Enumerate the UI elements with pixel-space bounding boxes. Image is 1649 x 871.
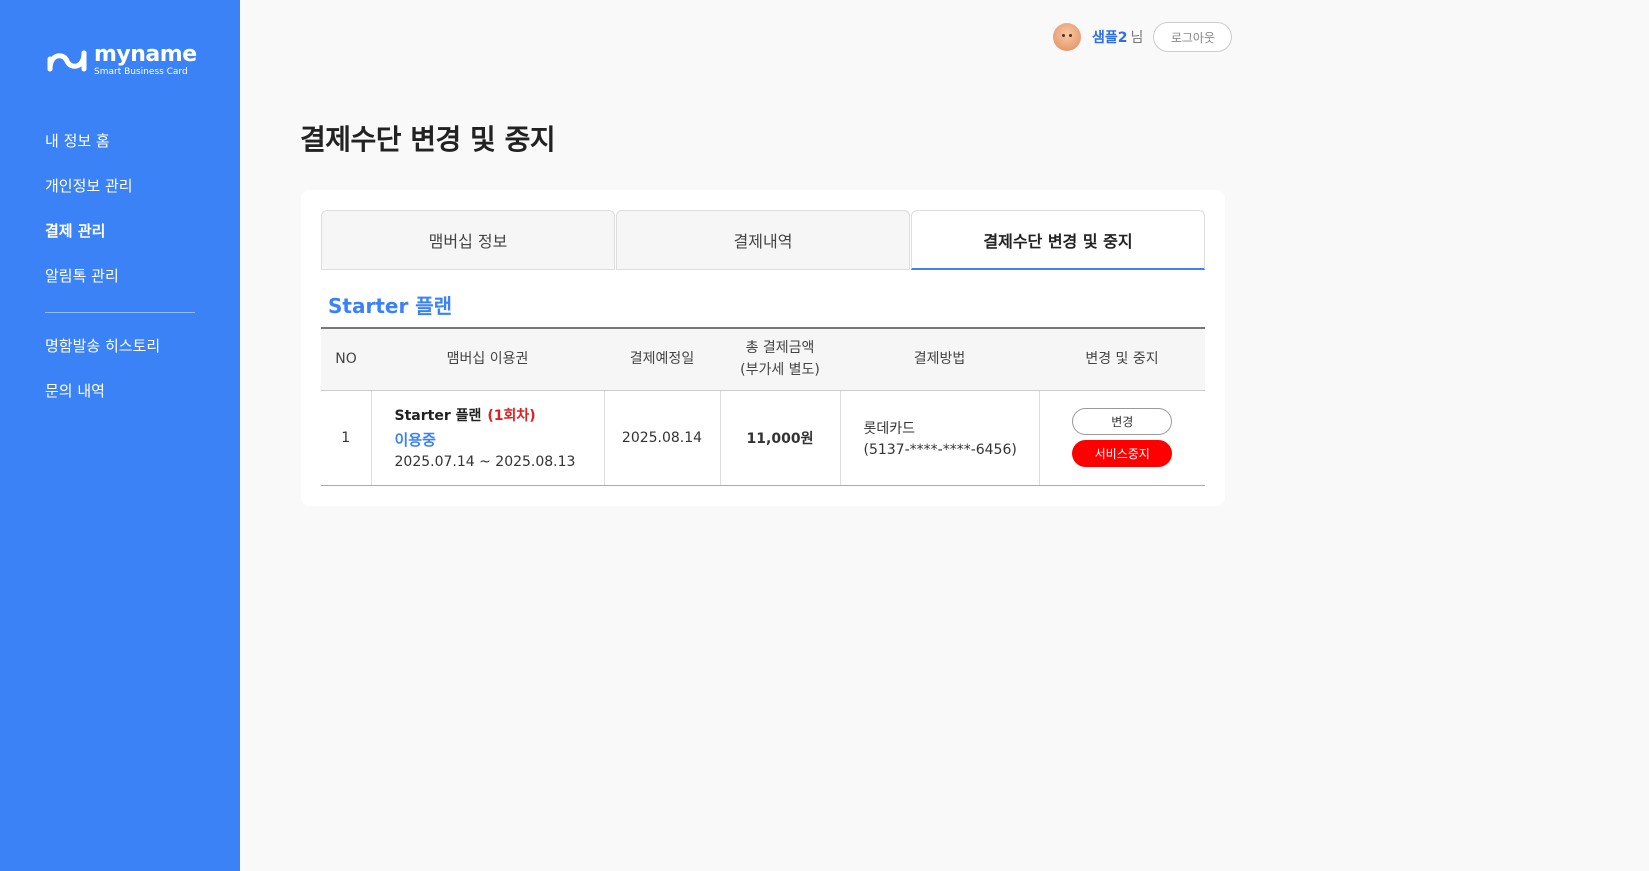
header-total-line2: (부가세 별도) [740, 362, 820, 379]
tab-payment-method[interactable]: 결제수단 변경 및 중지 [911, 210, 1205, 270]
sidebar-item-notification[interactable]: 알림톡 관리 [45, 265, 195, 310]
header-total: 총 결제금액 (부가세 별도) [720, 328, 840, 391]
row-method-number: (5137-****-****-6456) [863, 441, 1017, 458]
sidebar-item-card-history[interactable]: 명함발송 히스토리 [45, 335, 195, 380]
row-amount: 11,000원 [719, 390, 840, 486]
row-method-name: 롯데카드 [863, 420, 916, 437]
page-title: 결제수단 변경 및 중지 [300, 123, 556, 156]
avatar [1053, 23, 1081, 51]
header-membership: 맴버십 이용권 [371, 328, 604, 391]
plan-title: Starter 플랜 [328, 294, 453, 318]
sidebar-divider [45, 312, 195, 313]
table-row: 1 Starter 플랜 (1회차) 이용중 2025.07.14 ~ 2025.… [321, 390, 1205, 486]
logo-mark-icon [47, 50, 87, 71]
row-membership: Starter 플랜 (1회차) 이용중 2025.07.14 ~ 2025.08… [370, 390, 604, 486]
sidebar-item-payment[interactable]: 결제 관리 [45, 220, 195, 265]
row-no: 1 [321, 390, 371, 486]
change-button[interactable]: 변경 [1072, 408, 1173, 435]
brand-name: myname [94, 42, 197, 67]
row-method: 롯데카드 (5137-****-****-6456) [839, 390, 1039, 486]
stop-service-button[interactable]: 서비스중지 [1072, 440, 1173, 467]
tab-membership-info[interactable]: 맴버십 정보 [321, 210, 615, 270]
content-card: 맴버십 정보 결제내역 결제수단 변경 및 중지 Starter 플랜 NO 맴… [301, 190, 1225, 506]
sidebar-item-personal-info[interactable]: 개인정보 관리 [45, 175, 195, 220]
username: 샘플2 [1092, 30, 1128, 46]
header-no: NO [321, 328, 371, 391]
subscription-table: NO 맴버십 이용권 결제예정일 총 결제금액 (부가세 별도) 결제방법 변경… [321, 327, 1205, 486]
sidebar-item-inquiries[interactable]: 문의 내역 [45, 380, 195, 425]
header-due-date: 결제예정일 [604, 328, 720, 391]
row-due-date: 2025.08.14 [603, 390, 720, 486]
row-actions: 변경 서비스중지 [1038, 390, 1205, 486]
row-period: 2025.07.14 ~ 2025.08.13 [394, 454, 576, 470]
brand-tagline: Smart Business Card [94, 67, 188, 77]
tab-bar: 맴버십 정보 결제내역 결제수단 변경 및 중지 [321, 210, 1205, 270]
sidebar: myname Smart Business Card 내 정보 홈 개인정보 관… [0, 0, 240, 871]
header-method: 결제방법 [840, 328, 1039, 391]
username-suffix: 님 [1130, 30, 1144, 46]
table-header-row: NO 맴버십 이용권 결제예정일 총 결제금액 (부가세 별도) 결제방법 변경… [321, 328, 1205, 391]
header-action: 변경 및 중지 [1039, 328, 1205, 391]
row-round: (1회차) [487, 408, 536, 424]
sidebar-nav: 내 정보 홈 개인정보 관리 결제 관리 알림톡 관리 명함발송 히스토리 문의… [45, 130, 195, 425]
logout-button[interactable]: 로그아웃 [1153, 22, 1233, 52]
row-status: 이용중 [394, 431, 436, 449]
sidebar-item-my-info-home[interactable]: 내 정보 홈 [45, 130, 195, 175]
brand-logo[interactable]: myname Smart Business Card [46, 44, 197, 77]
header-total-line1: 총 결제금액 [745, 340, 815, 357]
row-plan-name: Starter 플랜 [394, 408, 482, 424]
tab-payment-history[interactable]: 결제내역 [616, 210, 910, 270]
user-bar: 샘플2 님 로그아웃 [1053, 22, 1233, 52]
